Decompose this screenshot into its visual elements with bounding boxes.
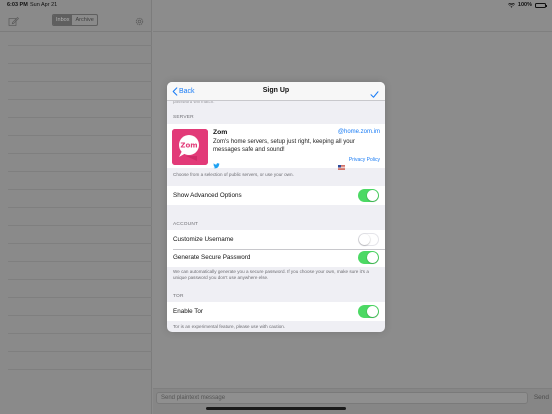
modal-nav-bar: Back Sign Up bbox=[167, 82, 385, 101]
us-flag-icon bbox=[338, 157, 345, 170]
list-divider bbox=[8, 297, 152, 298]
row-separator bbox=[173, 248, 385, 249]
wifi-icon bbox=[507, 2, 515, 8]
tor-footer: Tor is an experimental feature, please u… bbox=[173, 324, 286, 329]
account-footer: We can automatically generate you a secu… bbox=[173, 269, 369, 280]
server-footer: Choose from a selection of public server… bbox=[173, 172, 294, 177]
list-divider bbox=[8, 135, 152, 136]
segment-inbox[interactable]: Inbox bbox=[53, 15, 73, 25]
account-group: Customize Username Generate Secure Passw… bbox=[167, 230, 385, 267]
list-divider bbox=[8, 351, 152, 352]
inbox-archive-segmented-control[interactable]: Inbox Archive bbox=[52, 14, 98, 26]
customize-username-toggle[interactable] bbox=[358, 233, 379, 246]
list-divider bbox=[8, 279, 152, 280]
enable-tor-row: Enable Tor bbox=[167, 302, 385, 321]
status-date: Sun Apr 21 bbox=[30, 2, 58, 8]
account-section-header: ACCOUNT bbox=[173, 222, 199, 227]
list-divider bbox=[8, 369, 152, 370]
server-section-header: SERVER bbox=[173, 115, 194, 120]
message-input[interactable]: Send plaintext message bbox=[156, 392, 528, 404]
modal-title: Sign Up bbox=[262, 87, 290, 94]
server-name: Zom bbox=[213, 129, 228, 136]
message-composer: Send plaintext message Send bbox=[153, 388, 552, 414]
show-advanced-options-row: Show Advanced Options bbox=[167, 186, 385, 205]
tor-section-header: TOR bbox=[173, 294, 184, 299]
zom-logo: Zom bbox=[172, 129, 208, 165]
conversation-header bbox=[153, 10, 552, 32]
compose-icon[interactable] bbox=[8, 14, 20, 32]
zom-logo-text: Zom bbox=[180, 142, 197, 150]
gear-icon[interactable] bbox=[134, 14, 145, 32]
server-description: Zom's home servers, setup just right, ke… bbox=[213, 139, 355, 153]
list-divider bbox=[8, 171, 152, 172]
status-bar: 6:03 PM Sun Apr 21 100% bbox=[0, 0, 552, 10]
enable-tor-toggle[interactable] bbox=[358, 305, 379, 318]
list-divider bbox=[8, 63, 152, 64]
show-advanced-options-toggle[interactable] bbox=[358, 189, 379, 202]
sign-up-modal: Back Sign Up password will match. SERVER… bbox=[167, 82, 385, 332]
conversation-sidebar: Inbox Archive bbox=[0, 0, 152, 414]
list-divider bbox=[8, 99, 152, 100]
list-divider bbox=[8, 315, 152, 316]
confirm-checkmark-button[interactable] bbox=[370, 86, 379, 104]
home-indicator bbox=[206, 407, 346, 410]
server-host: @home.zom.im bbox=[337, 129, 380, 135]
show-advanced-options-label: Show Advanced Options bbox=[173, 192, 242, 199]
customize-username-label: Customize Username bbox=[173, 236, 234, 243]
battery-percent: 100% bbox=[517, 2, 532, 8]
list-divider bbox=[8, 225, 152, 226]
server-card[interactable]: Zom Zom @home.zom.im Zom's home servers,… bbox=[167, 124, 385, 170]
list-divider bbox=[8, 207, 152, 208]
list-divider bbox=[8, 261, 152, 262]
list-divider bbox=[8, 189, 152, 190]
send-button[interactable]: Send bbox=[534, 394, 549, 401]
battery-icon bbox=[535, 2, 547, 8]
generate-password-label: Generate Secure Password bbox=[173, 254, 251, 261]
list-divider bbox=[8, 81, 152, 82]
sidebar-toolbar: Inbox Archive bbox=[0, 10, 152, 32]
list-divider bbox=[8, 45, 152, 46]
segment-archive[interactable]: Archive bbox=[72, 15, 96, 25]
enable-tor-label: Enable Tor bbox=[173, 308, 203, 315]
status-time: 6:03 PM bbox=[7, 2, 28, 8]
list-divider bbox=[8, 333, 152, 334]
checkmark-icon bbox=[370, 91, 379, 98]
privacy-policy-link[interactable]: Privacy Policy bbox=[349, 157, 380, 163]
generate-password-toggle[interactable] bbox=[358, 251, 379, 264]
list-divider bbox=[8, 243, 152, 244]
list-divider bbox=[8, 153, 152, 154]
list-divider bbox=[8, 117, 152, 118]
